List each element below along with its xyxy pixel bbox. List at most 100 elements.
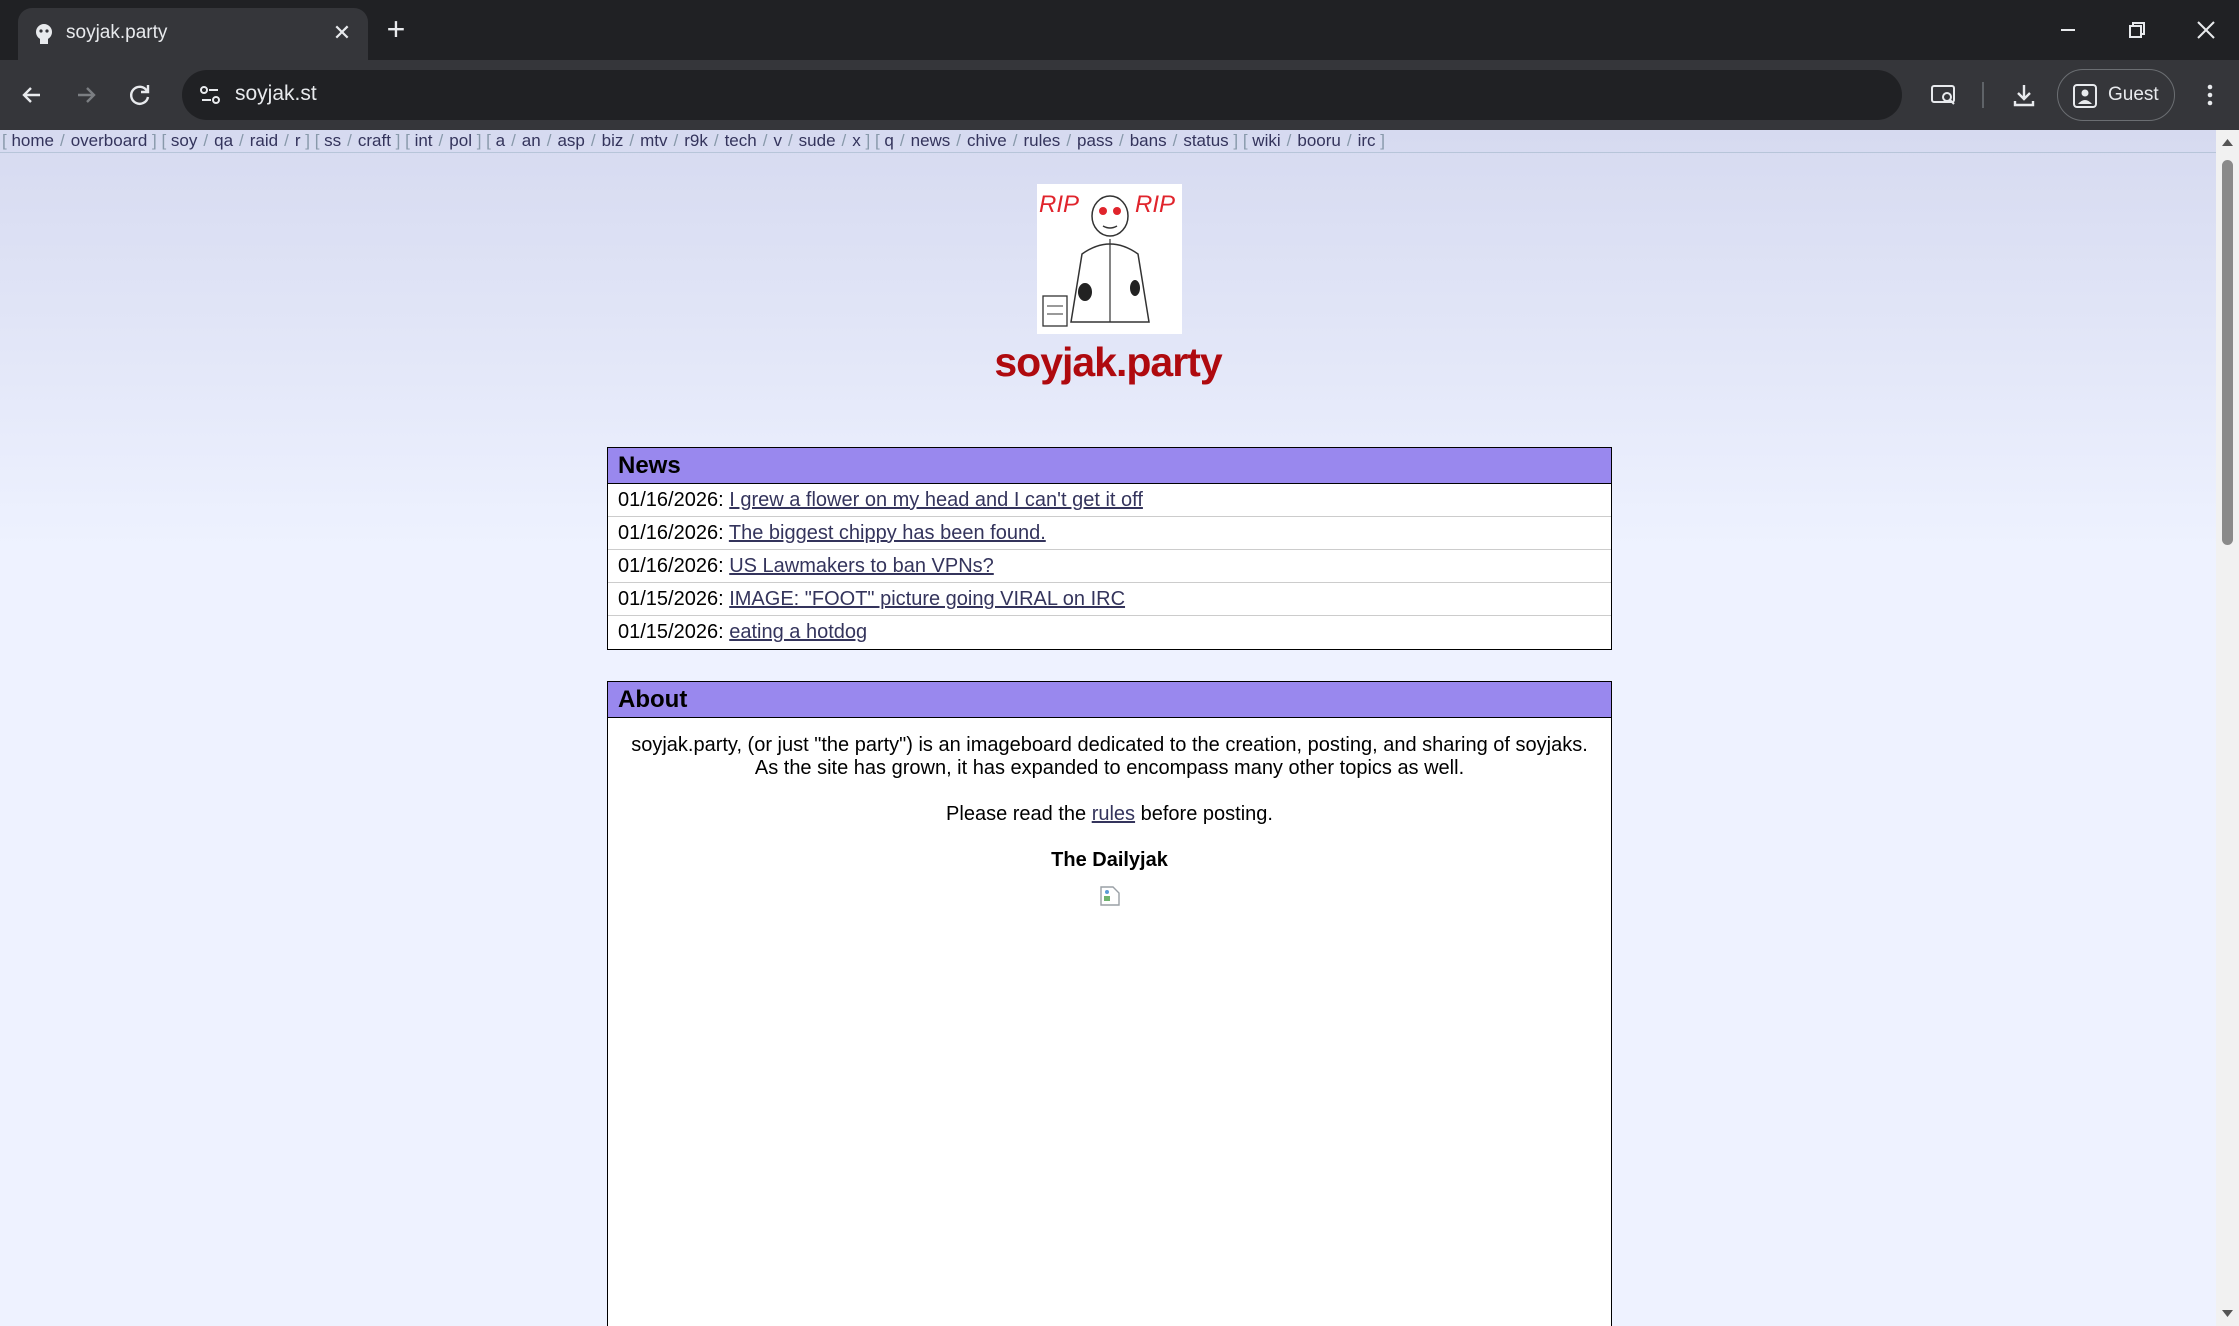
boardlist-bracket: [ — [405, 131, 415, 150]
board-link-v[interactable]: v — [773, 131, 782, 150]
boardlist-bracket: [ — [486, 131, 496, 150]
boardlist-separator: / — [762, 131, 768, 150]
boardlist-separator: / — [1172, 131, 1178, 150]
scrollbar-thumb[interactable] — [2222, 160, 2233, 545]
board-link-chive[interactable]: chive — [967, 131, 1007, 150]
news-item: 01/16/2026: US Lawmakers to ban VPNs? — [608, 550, 1611, 583]
dailyjak-title: The Dailyjak — [1051, 849, 1168, 871]
board-link-biz[interactable]: biz — [602, 131, 624, 150]
board-link-wiki[interactable]: wiki — [1252, 131, 1280, 150]
boardlist-separator: / — [713, 131, 719, 150]
news-date: 01/15/2026: — [618, 588, 724, 610]
board-link-rules[interactable]: rules — [1023, 131, 1060, 150]
board-link-r9k[interactable]: r9k — [684, 131, 708, 150]
boardlist-separator: / — [511, 131, 516, 150]
forward-icon[interactable] — [66, 75, 106, 115]
news-link[interactable]: The biggest chippy has been found. — [729, 522, 1046, 544]
page-scrollbar[interactable] — [2216, 130, 2239, 1326]
rules-suffix: before posting. — [1135, 803, 1273, 825]
board-link-int[interactable]: int — [415, 131, 433, 150]
board-link-a[interactable]: a — [496, 131, 505, 150]
board-link-status[interactable]: status — [1183, 131, 1228, 150]
broken-image-icon[interactable] — [1098, 884, 1122, 908]
rules-link[interactable]: rules — [1092, 803, 1135, 825]
back-icon[interactable] — [12, 75, 52, 115]
address-bar[interactable]: soyjak.st — [182, 70, 1902, 120]
site-title: soyjak.party — [994, 339, 1222, 385]
toolbar-separator — [1982, 82, 1984, 108]
board-link-an[interactable]: an — [522, 131, 541, 150]
boardlist-separator: / — [203, 131, 209, 150]
news-link[interactable]: I grew a flower on my head and I can't g… — [729, 489, 1143, 511]
board-link-x[interactable]: x — [852, 131, 861, 150]
tab-close-icon[interactable]: ✕ — [329, 20, 355, 46]
boardlist-separator: / — [1286, 131, 1292, 150]
news-link[interactable]: eating a hotdog — [729, 621, 867, 643]
board-link-booru[interactable]: booru — [1297, 131, 1340, 150]
board-link-bans[interactable]: bans — [1130, 131, 1167, 150]
rules-prefix: Please read the — [946, 803, 1092, 825]
board-link-ss[interactable]: ss — [324, 131, 341, 150]
news-item: 01/15/2026: eating a hotdog — [608, 616, 1611, 649]
close-window-icon[interactable] — [2186, 10, 2226, 50]
download-icon[interactable] — [2004, 75, 2044, 115]
scroll-up-icon[interactable] — [2219, 134, 2236, 151]
board-link-pass[interactable]: pass — [1077, 131, 1113, 150]
board-link-sude[interactable]: sude — [799, 131, 836, 150]
site-logo[interactable]: RIP RIP — [1037, 184, 1182, 334]
boardlist-separator: / — [899, 131, 905, 150]
browser-toolbar: soyjak.st Guest — [0, 60, 2239, 130]
boardlist-separator: / — [787, 131, 793, 150]
board-link-pol[interactable]: pol — [449, 131, 472, 150]
board-link-tech[interactable]: tech — [725, 131, 757, 150]
boardlist-separator: / — [590, 131, 596, 150]
reload-icon[interactable] — [120, 75, 160, 115]
news-link[interactable]: IMAGE: "FOOT" picture going VIRAL on IRC — [729, 588, 1125, 610]
board-link-asp[interactable]: asp — [557, 131, 584, 150]
new-tab-icon[interactable]: + — [380, 13, 412, 46]
boardlist-bracket: ] — [1375, 131, 1385, 150]
about-description: soyjak.party, (or just "the party") is a… — [628, 734, 1591, 780]
site-info-icon[interactable] — [192, 77, 228, 113]
menu-kebab-icon[interactable] — [2190, 75, 2230, 115]
board-link-mtv[interactable]: mtv — [640, 131, 667, 150]
boardlist-separator: / — [1066, 131, 1072, 150]
boardlist-separator: / — [1346, 131, 1352, 150]
board-link-home[interactable]: home — [11, 131, 54, 150]
rules-notice: Please read the rules before posting. — [628, 803, 1591, 826]
profile-button[interactable]: Guest — [2057, 69, 2175, 121]
browser-tab[interactable]: soyjak.party ✕ — [18, 8, 368, 60]
boardlist-separator: / — [438, 131, 444, 150]
boardlist-bracket: [ — [161, 131, 171, 150]
restore-icon[interactable] — [2117, 10, 2157, 50]
board-link-irc[interactable]: irc — [1358, 131, 1376, 150]
news-link[interactable]: US Lawmakers to ban VPNs? — [729, 555, 994, 577]
tab-title: soyjak.party — [66, 22, 168, 43]
board-link-raid[interactable]: raid — [250, 131, 278, 150]
news-date: 01/16/2026: — [618, 489, 724, 511]
board-link-q[interactable]: q — [884, 131, 893, 150]
news-list: 01/16/2026: I grew a flower on my head a… — [608, 484, 1611, 649]
scroll-down-icon[interactable] — [2219, 1305, 2236, 1322]
minimize-icon[interactable] — [2048, 10, 2088, 50]
board-link-soy[interactable]: soy — [171, 131, 197, 150]
about-line-1: soyjak.party, (or just "the party") is a… — [631, 734, 1588, 756]
board-link-craft[interactable]: craft — [358, 131, 391, 150]
board-link-qa[interactable]: qa — [214, 131, 233, 150]
logo-rip-right: RIP — [1135, 191, 1175, 218]
boardlist-separator: / — [629, 131, 635, 150]
boardlist-bracket: ] — [471, 131, 487, 150]
about-body: soyjak.party, (or just "the party") is a… — [608, 718, 1611, 930]
news-header: News — [608, 448, 1611, 484]
board-link-news[interactable]: news — [911, 131, 951, 150]
board-link-overboard[interactable]: overboard — [71, 131, 148, 150]
boardlist-separator: / — [546, 131, 552, 150]
boardlist-bracket: [ — [314, 131, 325, 150]
boardlist-separator: / — [347, 131, 352, 150]
cast-search-icon[interactable] — [1923, 75, 1963, 115]
board-list: [ home / overboard ] [ soy / qa / raid / r ] [ s… — [0, 130, 2216, 153]
boardlist-bracket: ] — [860, 131, 875, 150]
boardlist-separator: / — [1012, 131, 1018, 150]
profile-icon — [2073, 84, 2097, 108]
boardlist-bracket: ] — [390, 131, 406, 150]
